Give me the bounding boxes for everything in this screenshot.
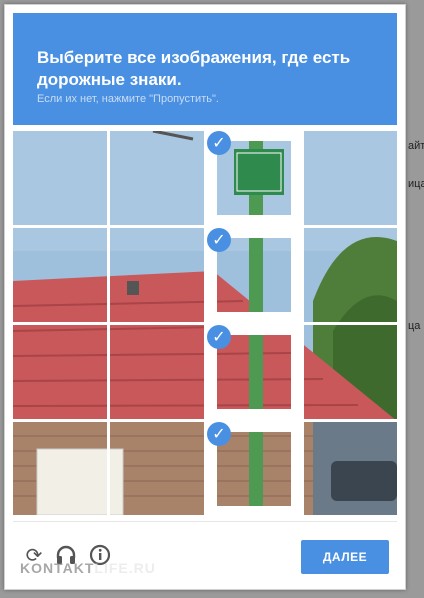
- tile-image: [217, 432, 291, 506]
- tile-image: [217, 335, 291, 409]
- street-scene-fragment: [13, 131, 107, 225]
- captcha-tile[interactable]: [13, 228, 107, 322]
- captcha-tile[interactable]: [304, 228, 398, 322]
- tile-image: [13, 228, 107, 322]
- captcha-header: Выберите все изображения, где есть дорож…: [13, 13, 397, 125]
- background-text: айт: [408, 140, 424, 152]
- street-scene-fragment: [304, 131, 397, 225]
- watermark-part: LIFE.RU: [94, 560, 156, 576]
- street-scene-fragment: [217, 238, 291, 312]
- captcha-footer: ⟳ ДАЛЕЕ: [13, 521, 397, 586]
- tile-image: [217, 238, 291, 312]
- captcha-tile-selected[interactable]: ✓: [207, 325, 301, 419]
- captcha-tile-selected[interactable]: ✓: [207, 422, 301, 516]
- tile-image: [110, 131, 204, 225]
- captcha-tile[interactable]: [304, 131, 398, 225]
- captcha-tile[interactable]: [13, 422, 107, 516]
- watermark: KONTAKTLIFE.RU: [20, 560, 156, 576]
- captcha-dialog: Выберите все изображения, где есть дорож…: [4, 4, 406, 590]
- street-scene-fragment: [304, 422, 397, 515]
- tile-image: [110, 325, 204, 419]
- captcha-tile[interactable]: [13, 325, 107, 419]
- street-scene-fragment: [110, 422, 204, 515]
- checkmark-icon: ✓: [207, 131, 231, 155]
- instruction-target: дорожные знаки.: [37, 70, 182, 89]
- tile-image: [13, 325, 107, 419]
- tile-image: [304, 228, 398, 322]
- street-scene-fragment: [304, 228, 397, 322]
- captcha-tile[interactable]: [304, 422, 398, 516]
- tile-image: [110, 228, 204, 322]
- captcha-tile[interactable]: [110, 131, 204, 225]
- tile-image: [304, 422, 398, 516]
- street-scene-fragment: [13, 228, 107, 322]
- captcha-tile-selected[interactable]: ✓: [207, 228, 301, 322]
- watermark-part: KONTAKT: [20, 560, 95, 576]
- tile-image: [304, 325, 398, 419]
- tile-image: [13, 422, 107, 516]
- verify-button[interactable]: ДАЛЕЕ: [301, 540, 389, 574]
- street-scene-fragment: [13, 422, 107, 515]
- checkmark-icon: ✓: [207, 422, 231, 446]
- captcha-tile-selected[interactable]: ✓: [207, 131, 301, 225]
- instruction-text: Выберите все изображения, где есть: [37, 48, 351, 67]
- checkmark-icon: ✓: [207, 228, 231, 252]
- captcha-tile[interactable]: [110, 422, 204, 516]
- instruction-hint: Если их нет, нажмите "Пропустить".: [37, 93, 219, 105]
- street-scene-fragment: [217, 432, 291, 506]
- captcha-tile[interactable]: [304, 325, 398, 419]
- tile-image: [217, 141, 291, 215]
- street-scene-fragment: [110, 131, 204, 225]
- captcha-tile[interactable]: [110, 228, 204, 322]
- street-scene-fragment: [217, 141, 291, 215]
- tile-image: [304, 131, 398, 225]
- street-scene-fragment: [110, 325, 204, 419]
- tile-image: [110, 422, 204, 516]
- tile-image: [13, 131, 107, 225]
- captcha-tile[interactable]: [13, 131, 107, 225]
- captcha-image-grid: ✓ ✓ ✓ ✓: [13, 131, 397, 515]
- street-scene-fragment: [13, 325, 107, 419]
- background-text: ица: [408, 178, 424, 190]
- street-scene-fragment: [110, 228, 204, 322]
- background-text: ца: [408, 320, 421, 332]
- street-scene-fragment: [304, 325, 397, 419]
- street-scene-fragment: [217, 335, 291, 409]
- captcha-tile[interactable]: [110, 325, 204, 419]
- checkmark-icon: ✓: [207, 325, 231, 349]
